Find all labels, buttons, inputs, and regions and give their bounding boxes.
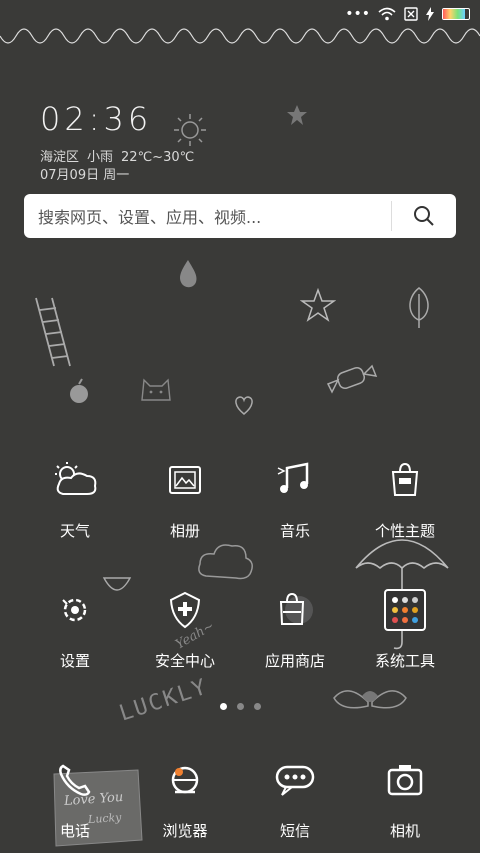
app-label: 系统工具 <box>374 652 435 670</box>
app-label: 应用商店 <box>264 652 325 670</box>
search-input[interactable]: 搜索网页、设置、应用、视频... <box>24 204 391 228</box>
settings-icon <box>51 586 99 634</box>
battery-icon <box>442 8 470 20</box>
camera-icon <box>381 756 429 804</box>
phone-icon <box>51 756 99 804</box>
heart-doodle-icon <box>235 396 253 415</box>
theme-icon <box>381 456 429 504</box>
charging-icon <box>426 7 434 21</box>
loop-doodle-border <box>0 28 480 44</box>
music-icon <box>271 456 319 504</box>
app-row-2: 设置 安全中心 应用商店 系统工具 <box>0 586 480 671</box>
page-dot-1[interactable] <box>219 703 227 710</box>
district-label: 海淀区 <box>40 150 80 165</box>
app-sms[interactable]: 短信 <box>240 756 350 841</box>
app-store-icon <box>271 586 319 634</box>
cat-doodle-icon <box>141 378 171 401</box>
app-label: 音乐 <box>279 522 310 540</box>
browser-icon <box>161 756 209 804</box>
search-bar[interactable]: 搜索网页、设置、应用、视频... <box>24 194 456 238</box>
gallery-icon <box>161 456 209 504</box>
app-label: 相机 <box>389 822 420 840</box>
app-label: 短信 <box>279 822 310 840</box>
app-system-tools[interactable]: 系统工具 <box>350 586 460 671</box>
status-bar: ••• <box>0 0 480 28</box>
clock-time[interactable]: 02:36 <box>40 100 152 138</box>
app-label: 设置 <box>59 652 90 670</box>
star-outline-doodle-icon <box>300 288 336 322</box>
app-label: 天气 <box>59 522 90 540</box>
app-music[interactable]: 音乐 <box>240 456 350 541</box>
drop-doodle-icon <box>180 260 197 288</box>
security-icon <box>161 586 209 634</box>
app-settings[interactable]: 设置 <box>20 586 130 671</box>
ladder-doodle-icon <box>35 297 71 367</box>
app-weather[interactable]: 天气 <box>20 456 130 541</box>
page-dot-2[interactable] <box>236 703 244 710</box>
app-camera[interactable]: 相机 <box>350 756 460 841</box>
sms-icon <box>271 756 319 804</box>
app-phone[interactable]: 电话 <box>20 756 130 841</box>
wifi-icon <box>378 7 396 21</box>
cloud-doodle-icon <box>198 544 253 580</box>
dock: 电话 浏览器 短信 相机 <box>0 756 480 841</box>
page-dot-3[interactable] <box>253 703 261 710</box>
search-icon <box>414 206 434 226</box>
page-indicator[interactable] <box>0 703 480 710</box>
date-label[interactable]: 07月09日 周一 <box>40 164 129 183</box>
app-browser[interactable]: 浏览器 <box>130 756 240 841</box>
leaf-doodle-icon <box>409 287 429 328</box>
app-label: 浏览器 <box>162 822 208 840</box>
sim-icon <box>404 7 418 21</box>
app-security[interactable]: 安全中心 <box>130 586 240 671</box>
app-gallery[interactable]: 相册 <box>130 456 240 541</box>
sun-doodle-icon <box>174 114 206 146</box>
system-tools-icon <box>381 586 429 634</box>
wallpaper-lucky-text: LUCKLY <box>116 674 212 727</box>
more-dots-icon: ••• <box>345 6 370 22</box>
candy-doodle-icon <box>326 364 378 394</box>
temperature-range: 22℃~30℃ <box>121 150 195 165</box>
app-store[interactable]: 应用商店 <box>240 586 350 671</box>
app-label: 安全中心 <box>154 652 215 670</box>
search-button[interactable] <box>392 194 456 238</box>
weather-icon <box>51 456 99 504</box>
apple-doodle-icon <box>70 378 88 403</box>
weather-line[interactable]: 海淀区 小雨 22℃~30℃ <box>40 146 202 165</box>
app-label: 相册 <box>169 522 200 540</box>
app-label: 电话 <box>59 822 90 840</box>
weather-condition: 小雨 <box>87 150 114 165</box>
app-row-1: 天气 相册 音乐 个性主题 <box>0 456 480 541</box>
app-label: 个性主题 <box>374 522 435 540</box>
star-doodle-icon <box>287 105 307 125</box>
app-theme[interactable]: 个性主题 <box>350 456 460 541</box>
